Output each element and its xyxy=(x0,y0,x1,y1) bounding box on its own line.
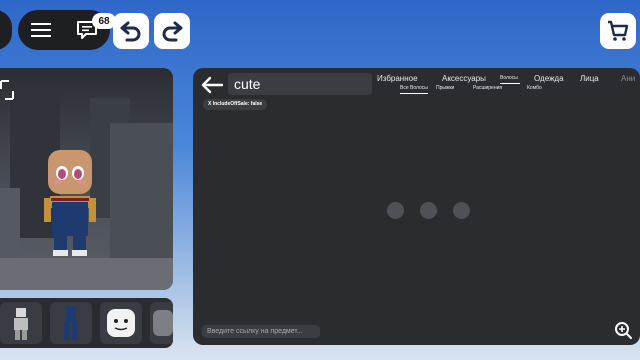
tab-clothing[interactable]: Одежда xyxy=(534,74,564,83)
avatar-character xyxy=(44,150,96,256)
tab-accessories[interactable]: Аксессуары xyxy=(442,74,486,83)
subtab-all-hair[interactable]: Все Волосы xyxy=(400,85,428,91)
search-input[interactable]: cute xyxy=(228,73,372,95)
tab-active-indicator xyxy=(500,83,520,84)
avatar-preview[interactable] xyxy=(0,68,173,290)
menu-chat-pill: 68 xyxy=(18,10,116,50)
tab-favorites[interactable]: Избранное xyxy=(377,74,418,83)
scene-block xyxy=(110,123,173,268)
item-thumbnail[interactable] xyxy=(150,302,173,344)
scene-block xyxy=(0,188,20,263)
subtab-active-indicator xyxy=(400,93,428,94)
cart-icon xyxy=(608,20,629,41)
tab-animations[interactable]: Ани xyxy=(621,74,635,83)
subtab-bangs[interactable]: Прыжки xyxy=(436,85,454,91)
redo-icon xyxy=(162,21,183,42)
catalog-panel: cute Избранное Аксессуары Волосы Одежда … xyxy=(193,68,640,345)
chat-button[interactable]: 68 xyxy=(64,10,116,50)
loading-dot xyxy=(420,202,437,219)
zoom-in-icon[interactable] xyxy=(614,321,632,339)
tab-hair[interactable]: Волосы xyxy=(500,75,518,81)
loading-dot xyxy=(387,202,404,219)
tab-faces[interactable]: Лица xyxy=(580,74,599,83)
pants-icon xyxy=(64,306,78,340)
item-thumbnail[interactable] xyxy=(50,302,92,344)
undo-icon xyxy=(120,21,141,42)
equipped-items-strip xyxy=(0,298,173,348)
subtab-extensions[interactable]: Расширения xyxy=(473,85,502,91)
cart-button[interactable] xyxy=(600,13,636,49)
undo-button[interactable] xyxy=(113,13,149,49)
filter-chip[interactable]: X IncludeOffSale: false xyxy=(203,99,268,110)
subtab-combo[interactable]: Комбо xyxy=(527,85,542,91)
figure-icon xyxy=(14,308,28,340)
head-icon xyxy=(153,310,173,336)
scene-floor xyxy=(0,258,173,290)
top-toolbar: 68 xyxy=(0,0,640,60)
item-link-input[interactable]: Введите ссылку на предмет... xyxy=(202,325,320,338)
item-thumbnail[interactable] xyxy=(0,302,42,344)
expand-icon[interactable] xyxy=(0,80,14,100)
back-button[interactable] xyxy=(0,10,12,50)
menu-icon xyxy=(31,23,51,37)
item-thumbnail[interactable] xyxy=(100,302,142,344)
menu-button[interactable] xyxy=(18,10,64,50)
back-arrow-icon[interactable] xyxy=(201,76,223,94)
face-icon xyxy=(107,309,135,337)
redo-button[interactable] xyxy=(154,13,190,49)
loading-dot xyxy=(453,202,470,219)
